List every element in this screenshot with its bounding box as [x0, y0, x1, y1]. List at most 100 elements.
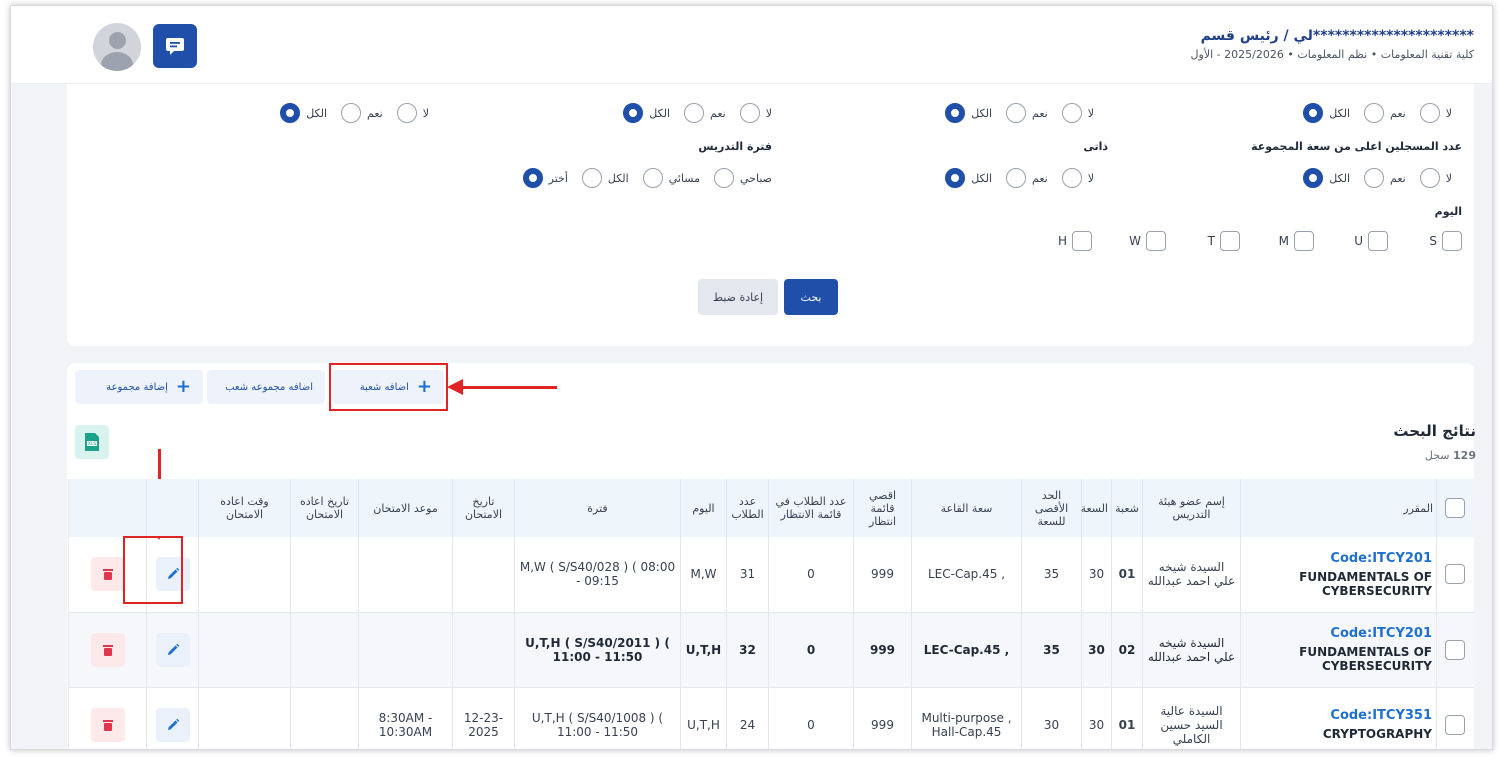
radio-all[interactable]: الكل — [623, 103, 670, 123]
radio-no[interactable]: لا — [739, 103, 772, 123]
row-checkbox[interactable] — [1445, 714, 1466, 735]
radio-yes[interactable]: نعم — [341, 103, 383, 123]
radio-all-selected[interactable] — [623, 103, 644, 123]
waitlist-cell: 0 — [768, 687, 854, 749]
course-code-link[interactable]: Code:ITCY201 — [1245, 626, 1432, 641]
max-waitlist-cell: 999 — [853, 687, 912, 749]
add-group-button[interactable]: + إضافة مجموعة — [75, 370, 203, 404]
edit-button[interactable] — [155, 707, 190, 742]
radio-no-circle[interactable] — [1419, 103, 1440, 123]
students-cell: 24 — [726, 687, 769, 749]
day-option-w[interactable]: W — [1092, 231, 1166, 251]
day-option-u[interactable]: U — [1314, 231, 1388, 251]
period-morning[interactable]: صباحي — [714, 168, 772, 188]
radio-no[interactable]: لا — [1419, 103, 1452, 123]
radio-yes-circle[interactable] — [684, 103, 705, 123]
teaching-period-options: أختر الكل مسائي صباحي — [509, 168, 772, 188]
radio-no[interactable]: لا — [1419, 168, 1452, 188]
period-morning-circle[interactable] — [714, 168, 735, 188]
course-name: FUNDAMENTALS OF CYBERSECURITY — [1299, 645, 1432, 673]
exam-date-cell — [452, 537, 515, 613]
top-bar: **********************لي / رئيس قسم كلية… — [11, 6, 1492, 84]
period-evening[interactable]: مسائي — [642, 168, 700, 188]
instructor-name: السيدة شيخه علي احمد عبدالله — [1142, 537, 1241, 613]
radio-all[interactable]: الكل — [945, 168, 992, 188]
radio-yes-circle[interactable] — [341, 103, 362, 123]
row-checkbox[interactable] — [1445, 639, 1466, 660]
teaching-period-label: فترة التدريس — [698, 140, 772, 153]
period-all[interactable]: الكل — [581, 168, 629, 188]
day-checkbox[interactable] — [1442, 231, 1462, 251]
radio-all-selected[interactable] — [945, 168, 966, 188]
radio-all[interactable]: الكل — [1303, 103, 1350, 123]
students-cell: 31 — [726, 537, 769, 613]
radio-yes-circle[interactable] — [1006, 103, 1027, 123]
annotation-highlight-edit-button — [123, 536, 183, 604]
day-label: اليوم — [1434, 205, 1462, 218]
radio-yes[interactable]: نعم — [1006, 168, 1048, 188]
col-section: شعبة — [1111, 479, 1143, 537]
radio-yes-circle[interactable] — [1364, 168, 1385, 188]
day-option-s[interactable]: S — [1388, 231, 1462, 251]
radio-no-circle[interactable] — [1061, 103, 1082, 123]
radio-all-selected[interactable] — [1303, 103, 1324, 123]
radio-no[interactable]: لا — [396, 103, 429, 123]
day-option-h[interactable]: H — [1018, 231, 1092, 251]
radio-no-circle[interactable] — [396, 103, 417, 123]
over-capacity-options: الكل نعم لا — [1289, 168, 1452, 188]
period-evening-circle[interactable] — [642, 168, 663, 188]
search-button[interactable]: بحث — [784, 279, 838, 315]
radio-no-circle[interactable] — [739, 103, 760, 123]
delete-button[interactable] — [90, 707, 125, 742]
messages-button[interactable] — [153, 24, 197, 68]
section-link[interactable]: 01 — [1111, 537, 1143, 613]
term-name: 2025/2026 - الأول — [1190, 48, 1284, 61]
self-label: ذاتى — [1083, 140, 1108, 153]
delete-button[interactable] — [90, 632, 125, 667]
course-code-link[interactable]: Code:ITCY351 — [1245, 708, 1432, 723]
radio-yes[interactable]: نعم — [1364, 103, 1406, 123]
radio-yes-circle[interactable] — [1006, 168, 1027, 188]
section-link[interactable]: 01 — [1111, 687, 1143, 749]
radio-no[interactable]: لا — [1061, 168, 1094, 188]
excel-file-icon: XLS — [85, 433, 99, 451]
radio-all[interactable]: الكل — [280, 103, 327, 123]
radio-all[interactable]: الكل — [1303, 168, 1350, 188]
row-checkbox[interactable] — [1445, 564, 1466, 585]
radio-yes-circle[interactable] — [1364, 103, 1385, 123]
radio-no-circle[interactable] — [1419, 168, 1440, 188]
edit-button[interactable] — [155, 632, 190, 667]
radio-no-circle[interactable] — [1061, 168, 1082, 188]
add-section-group-button[interactable]: اضافه مجموعه شعب — [207, 370, 325, 404]
radio-all-selected[interactable] — [280, 103, 301, 123]
radio-yes[interactable]: نعم — [684, 103, 726, 123]
day-checkbox[interactable] — [1294, 231, 1314, 251]
section-link[interactable]: 02 — [1111, 612, 1143, 688]
user-name: **********************لي / رئيس قسم — [1200, 28, 1474, 44]
course-code-link[interactable]: Code:ITCY201 — [1245, 551, 1432, 566]
export-excel-button[interactable]: XLS — [75, 425, 109, 459]
reset-button[interactable]: إعادة ضبط — [698, 279, 778, 315]
day-option-m[interactable]: M — [1240, 231, 1314, 251]
day-checkbox[interactable] — [1146, 231, 1166, 251]
user-avatar[interactable] — [93, 23, 141, 71]
period-choose-selected[interactable] — [522, 168, 543, 188]
max-waitlist-cell: 999 — [853, 612, 912, 688]
period-choose[interactable]: أختر — [522, 168, 568, 188]
day-checkbox[interactable] — [1072, 231, 1092, 251]
max-waitlist-cell: 999 — [853, 537, 912, 613]
delete-button[interactable] — [90, 557, 125, 592]
radio-all-selected[interactable] — [945, 103, 966, 123]
students-cell: 32 — [726, 612, 769, 688]
reexam-date-cell — [290, 537, 359, 613]
day-checkbox[interactable] — [1368, 231, 1388, 251]
day-checkbox[interactable] — [1220, 231, 1240, 251]
radio-all[interactable]: الكل — [945, 103, 992, 123]
period-all-circle[interactable] — [581, 168, 602, 188]
select-all-checkbox[interactable] — [1445, 498, 1466, 518]
radio-yes[interactable]: نعم — [1006, 103, 1048, 123]
day-option-t[interactable]: T — [1166, 231, 1240, 251]
radio-yes[interactable]: نعم — [1364, 168, 1406, 188]
radio-all-selected[interactable] — [1303, 168, 1324, 188]
radio-no[interactable]: لا — [1061, 103, 1094, 123]
